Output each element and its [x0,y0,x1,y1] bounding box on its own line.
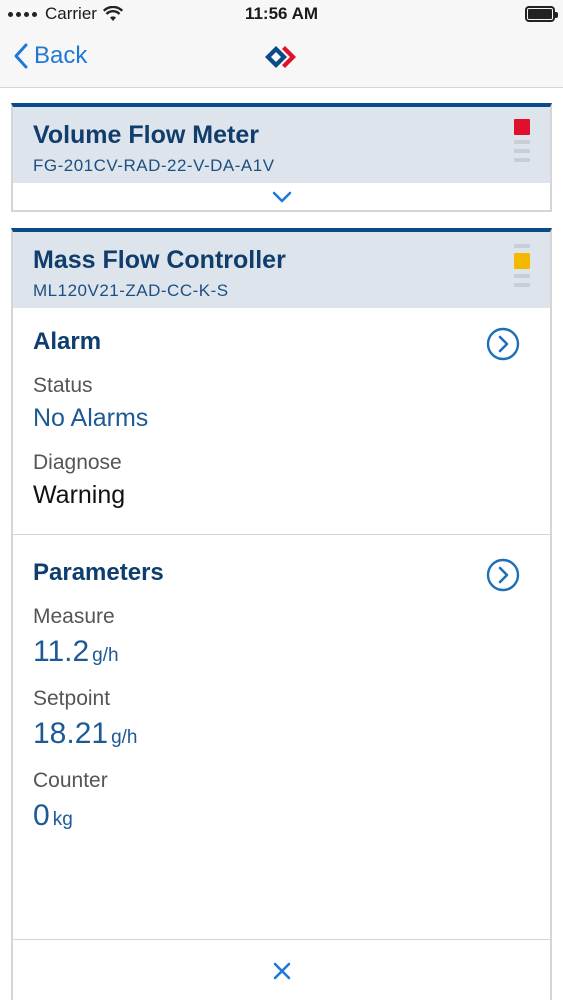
close-icon [273,962,290,980]
status-led-red [514,119,530,135]
device-card-volume-flow-meter: Volume Flow Meter FG-201CV-RAD-22-V-DA-A… [11,103,552,212]
status-led-yellow [514,253,530,269]
expand-button[interactable] [13,183,550,210]
section-title: Alarm [33,328,102,355]
device-header[interactable]: Volume Flow Meter FG-201CV-RAD-22-V-DA-A… [13,107,550,183]
diagnose-value: Warning [33,481,126,509]
setpoint-number: 18.21 [33,717,109,750]
section-title: Parameters [33,559,164,586]
status-indicator [514,119,530,162]
parameters-detail-button[interactable] [486,558,520,592]
chevron-left-icon [14,43,28,69]
device-card-mass-flow-controller: Mass Flow Controller ML120V21-ZAD-CC-K-S… [11,228,552,1000]
diagnose-label: Diagnose [33,451,122,474]
counter-number: 0 [33,799,50,832]
setpoint-label: Setpoint [33,687,111,710]
measure-label: Measure [33,605,115,628]
battery-icon [525,6,558,22]
measure-value: 11.2 g/h [33,635,530,669]
device-code: FG-201CV-RAD-22-V-DA-A1V [33,156,275,175]
chevron-down-icon [272,191,291,202]
alarm-section: Alarm Status No Alarms Diagnose Warning [13,308,550,510]
device-title: Volume Flow Meter [33,121,259,149]
parameters-section: Parameters Measure 11.2 g/h Setpoint 18.2… [13,535,550,833]
device-header[interactable]: Mass Flow Controller ML120V21-ZAD-CC-K-S [13,232,550,308]
measure-number: 11.2 [33,635,90,668]
counter-unit: kg [52,809,73,830]
status-time: 11:56 AM [244,4,319,23]
collapse-button[interactable] [13,947,550,995]
measure-unit: g/h [92,645,119,666]
section-divider [13,939,550,940]
back-button[interactable]: Back [14,42,87,70]
alarm-detail-button[interactable] [486,327,520,361]
nav-bar: Back [0,30,563,88]
counter-value: 0 kg [33,799,530,833]
device-code: ML120V21-ZAD-CC-K-S [33,281,229,300]
setpoint-value: 18.21 g/h [33,717,530,751]
status-label: Status [33,374,93,397]
setpoint-unit: g/h [111,727,138,748]
status-bar: Carrier 11:56 AM [0,0,563,30]
device-title: Mass Flow Controller [33,246,286,274]
counter-label: Counter [33,769,108,792]
status-indicator [514,244,530,287]
status-value: No Alarms [33,404,149,432]
brand-logo-icon [265,46,296,68]
back-label: Back [34,42,88,69]
